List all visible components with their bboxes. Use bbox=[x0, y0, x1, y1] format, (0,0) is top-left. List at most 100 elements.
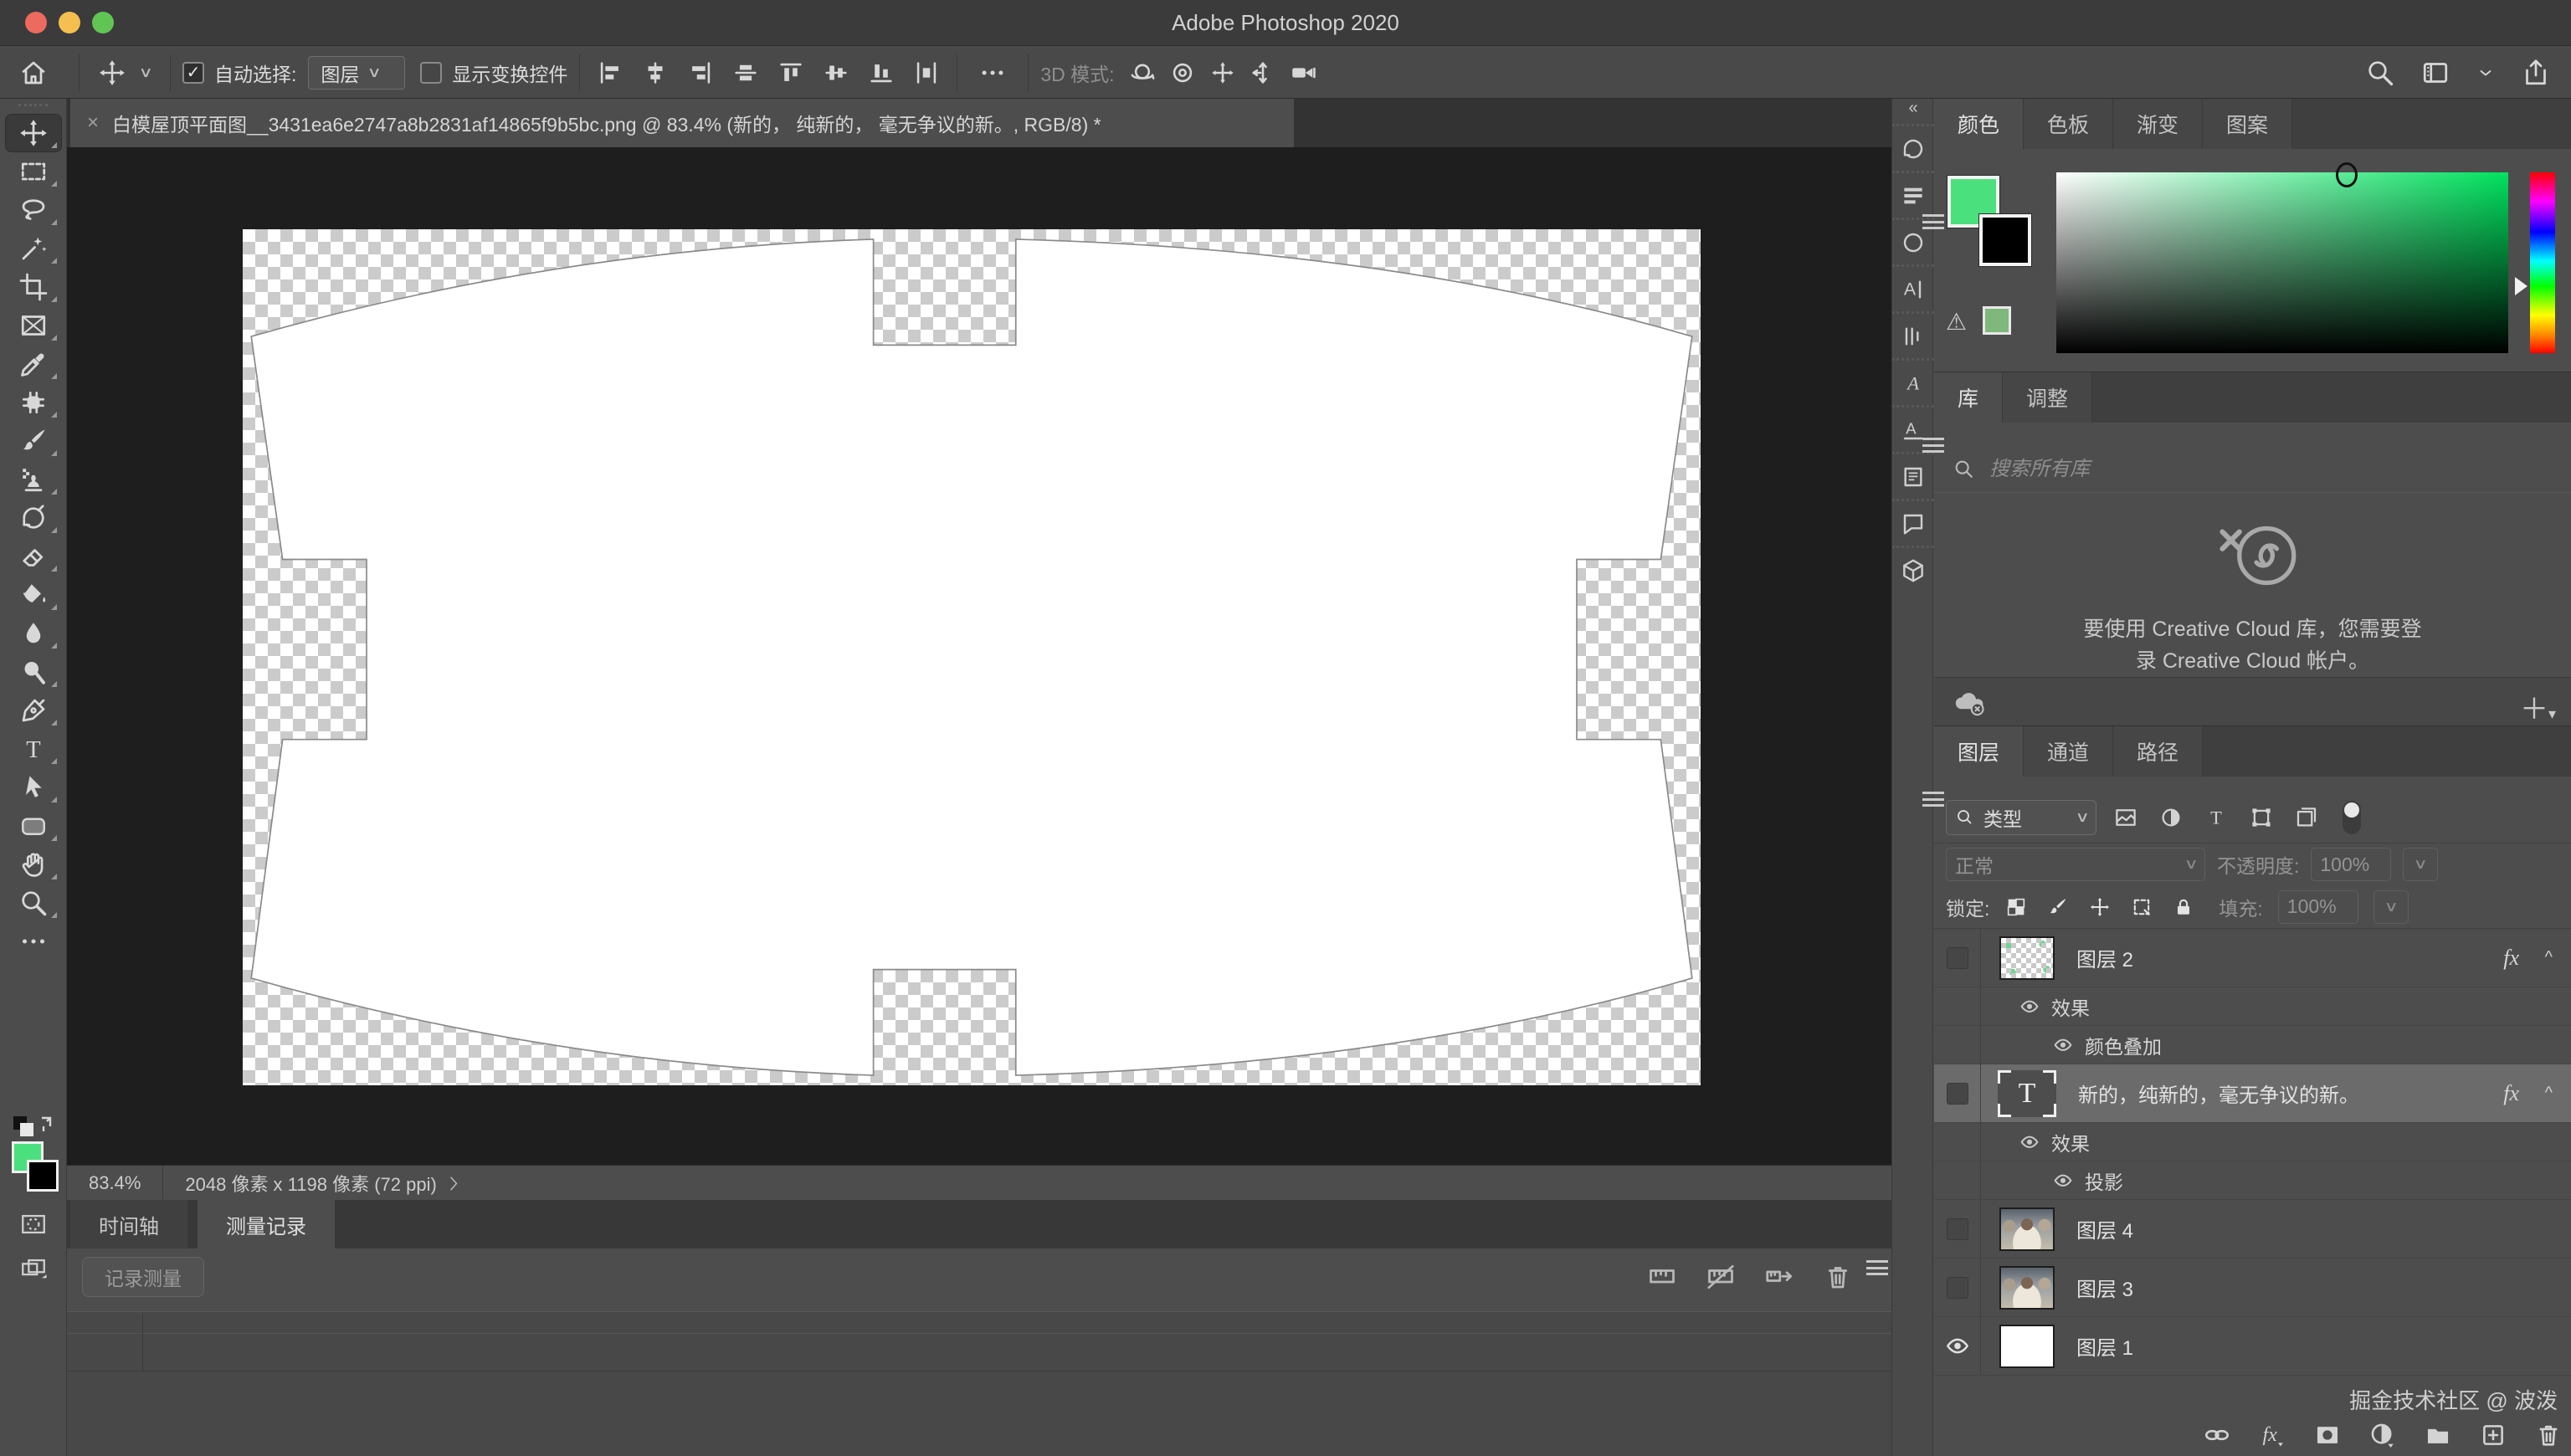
camera-3d-icon[interactable] bbox=[1289, 59, 1317, 87]
lock-transparent-icon[interactable] bbox=[2004, 895, 2028, 919]
text-layer-thumbnail[interactable]: T bbox=[1998, 1070, 2056, 1117]
zoom-level-field[interactable]: 83.4% bbox=[67, 1166, 163, 1200]
path-select-tool[interactable] bbox=[5, 768, 62, 807]
more-options-icon[interactable] bbox=[969, 59, 1016, 87]
color-panel-menu-icon[interactable] bbox=[1922, 214, 1944, 229]
align-justify-icon[interactable] bbox=[727, 59, 764, 87]
chevron-down-icon[interactable] bbox=[2476, 63, 2496, 83]
quick-mask-button[interactable] bbox=[8, 1207, 59, 1241]
align-bottom-icon[interactable] bbox=[863, 59, 900, 87]
color-spectrum-field[interactable] bbox=[2056, 172, 2508, 353]
crop-tool[interactable] bbox=[5, 268, 62, 306]
close-document-icon[interactable]: × bbox=[87, 111, 99, 135]
layer-name[interactable]: 图层 3 bbox=[2076, 1273, 2133, 1302]
filter-type-icon[interactable]: T bbox=[2204, 805, 2229, 830]
layer-name[interactable]: 新的，纯新的，毫无争议的新。 bbox=[2078, 1079, 2359, 1108]
layer-name[interactable]: 图层 4 bbox=[2076, 1214, 2133, 1243]
libraries-search-input[interactable] bbox=[1989, 458, 2553, 481]
layer-name[interactable]: 图层 2 bbox=[2076, 943, 2133, 972]
rectangle-tool[interactable] bbox=[5, 807, 62, 845]
layer-fx-badge[interactable]: fx bbox=[2503, 1081, 2519, 1106]
delete-measurements-icon[interactable] bbox=[1823, 1262, 1853, 1292]
layer-effect-row[interactable]: 效果 bbox=[1934, 1123, 2571, 1161]
eraser-tool[interactable] bbox=[5, 537, 62, 576]
eyedropper-tool[interactable] bbox=[5, 345, 62, 383]
effect-visibility-eye-icon[interactable] bbox=[2019, 1133, 2040, 1151]
new-layer-icon[interactable] bbox=[2479, 1421, 2507, 1449]
fill-dropdown-icon[interactable]: ∨ bbox=[2373, 890, 2409, 924]
lock-artboard-icon[interactable] bbox=[2130, 895, 2153, 919]
zoom-tool[interactable] bbox=[5, 884, 62, 922]
libraries-tab[interactable]: 库 bbox=[1934, 372, 2003, 423]
measurement-log-table[interactable] bbox=[67, 1312, 1891, 1456]
filter-smart-icon[interactable] bbox=[2294, 805, 2319, 830]
layers-tab[interactable]: 路径 bbox=[2113, 726, 2203, 777]
current-tool-icon[interactable] bbox=[91, 59, 133, 87]
hue-slider[interactable] bbox=[2530, 172, 2555, 353]
pen-tool[interactable] bbox=[5, 691, 62, 730]
layer-row[interactable]: 图层 3 bbox=[1934, 1259, 2571, 1317]
layer-fx-badge[interactable]: fx bbox=[2503, 946, 2519, 971]
history-brush-tool[interactable] bbox=[5, 499, 62, 537]
adjustment-layer-icon[interactable] bbox=[2368, 1421, 2397, 1449]
document-size-status[interactable]: 2048 像素 x 1198 像素 (72 ppi) 〉 bbox=[163, 1170, 487, 1197]
add-library-icon[interactable]: ＋▾ bbox=[2520, 686, 2556, 727]
roll-3d-icon[interactable] bbox=[1168, 59, 1197, 87]
filter-pixel-icon[interactable] bbox=[2113, 805, 2138, 830]
align-right-icon[interactable] bbox=[682, 59, 719, 87]
frame-tool[interactable] bbox=[5, 306, 62, 345]
status-chevron-icon[interactable]: 〉 bbox=[449, 1172, 469, 1193]
lock-position-icon[interactable] bbox=[2088, 895, 2112, 919]
align-center-h-icon[interactable] bbox=[637, 59, 674, 87]
effect-visibility-eye-icon[interactable] bbox=[2019, 997, 2040, 1016]
fill-field[interactable]: 100% bbox=[2278, 890, 2358, 924]
cloud-offline-icon[interactable] bbox=[1951, 688, 1988, 716]
clone-stamp-tool[interactable] bbox=[5, 460, 62, 499]
notes-panel-icon[interactable] bbox=[1892, 499, 1934, 546]
glyphs-panel-icon[interactable]: A bbox=[1892, 358, 1934, 405]
paint-bucket-tool[interactable] bbox=[5, 576, 62, 614]
filter-shape-icon[interactable] bbox=[2249, 805, 2274, 830]
character-panel-icon[interactable]: A bbox=[1892, 264, 1934, 311]
distribute-icon[interactable] bbox=[908, 59, 945, 87]
layer-visibility-checkbox[interactable] bbox=[1934, 1200, 1981, 1258]
history-panel-icon[interactable] bbox=[1892, 124, 1934, 171]
layer-thumbnail[interactable] bbox=[1999, 1266, 2055, 1310]
collapse-effects-icon[interactable]: ^ bbox=[2545, 1084, 2553, 1103]
color-tab[interactable]: 颜色 bbox=[1934, 99, 2024, 149]
paragraph-styles-panel-icon[interactable] bbox=[1892, 452, 1934, 499]
brush-tool[interactable] bbox=[5, 422, 62, 460]
screen-mode-button[interactable] bbox=[8, 1252, 59, 1285]
color-tab[interactable]: 图案 bbox=[2203, 99, 2292, 149]
link-layers-icon[interactable] bbox=[2203, 1421, 2231, 1449]
layer-row[interactable]: 图层 4 bbox=[1934, 1200, 2571, 1259]
layer-thumbnail[interactable] bbox=[1999, 1325, 2055, 1368]
slide-3d-icon[interactable] bbox=[1249, 59, 1277, 87]
background-color-swatch[interactable] bbox=[27, 1160, 59, 1192]
paragraph-panel-icon[interactable] bbox=[1892, 311, 1934, 358]
new-group-icon[interactable] bbox=[2424, 1421, 2452, 1449]
layer-name[interactable]: 图层 1 bbox=[2076, 1331, 2133, 1361]
lasso-tool[interactable] bbox=[5, 191, 62, 229]
collapse-effects-icon[interactable]: ^ bbox=[2545, 948, 2553, 967]
export-measurements-icon[interactable] bbox=[1764, 1262, 1794, 1292]
toolbar-grip[interactable] bbox=[18, 104, 48, 114]
layer-visibility-checkbox[interactable] bbox=[1934, 929, 1981, 987]
expand-panels-icon[interactable]: « bbox=[1892, 99, 1932, 124]
hue-slider-pointer[interactable] bbox=[2515, 277, 2527, 295]
properties-panel-icon[interactable] bbox=[1892, 171, 1934, 218]
opacity-dropdown-icon[interactable]: ∨ bbox=[2403, 848, 2438, 881]
auto-select-checkbox[interactable]: ✓ bbox=[182, 62, 204, 84]
orbit-3d-icon[interactable] bbox=[1128, 59, 1157, 87]
effect-visibility-eye-icon[interactable] bbox=[2053, 1171, 2073, 1190]
move-tool[interactable] bbox=[5, 114, 62, 152]
layer-row[interactable]: 图层 2 fx ^ bbox=[1934, 929, 2571, 987]
effect-visibility-eye-icon[interactable] bbox=[2053, 1036, 2073, 1054]
color-cursor[interactable] bbox=[2336, 162, 2358, 187]
layer-visibility-checkbox[interactable] bbox=[1934, 1259, 1981, 1316]
drag-3d-icon[interactable] bbox=[1209, 59, 1237, 87]
layer-visibility-eye-icon[interactable] bbox=[1934, 1317, 1981, 1375]
align-middle-icon[interactable] bbox=[818, 59, 854, 87]
spot-healing-tool[interactable] bbox=[5, 383, 62, 422]
show-transform-checkbox[interactable] bbox=[420, 62, 442, 84]
